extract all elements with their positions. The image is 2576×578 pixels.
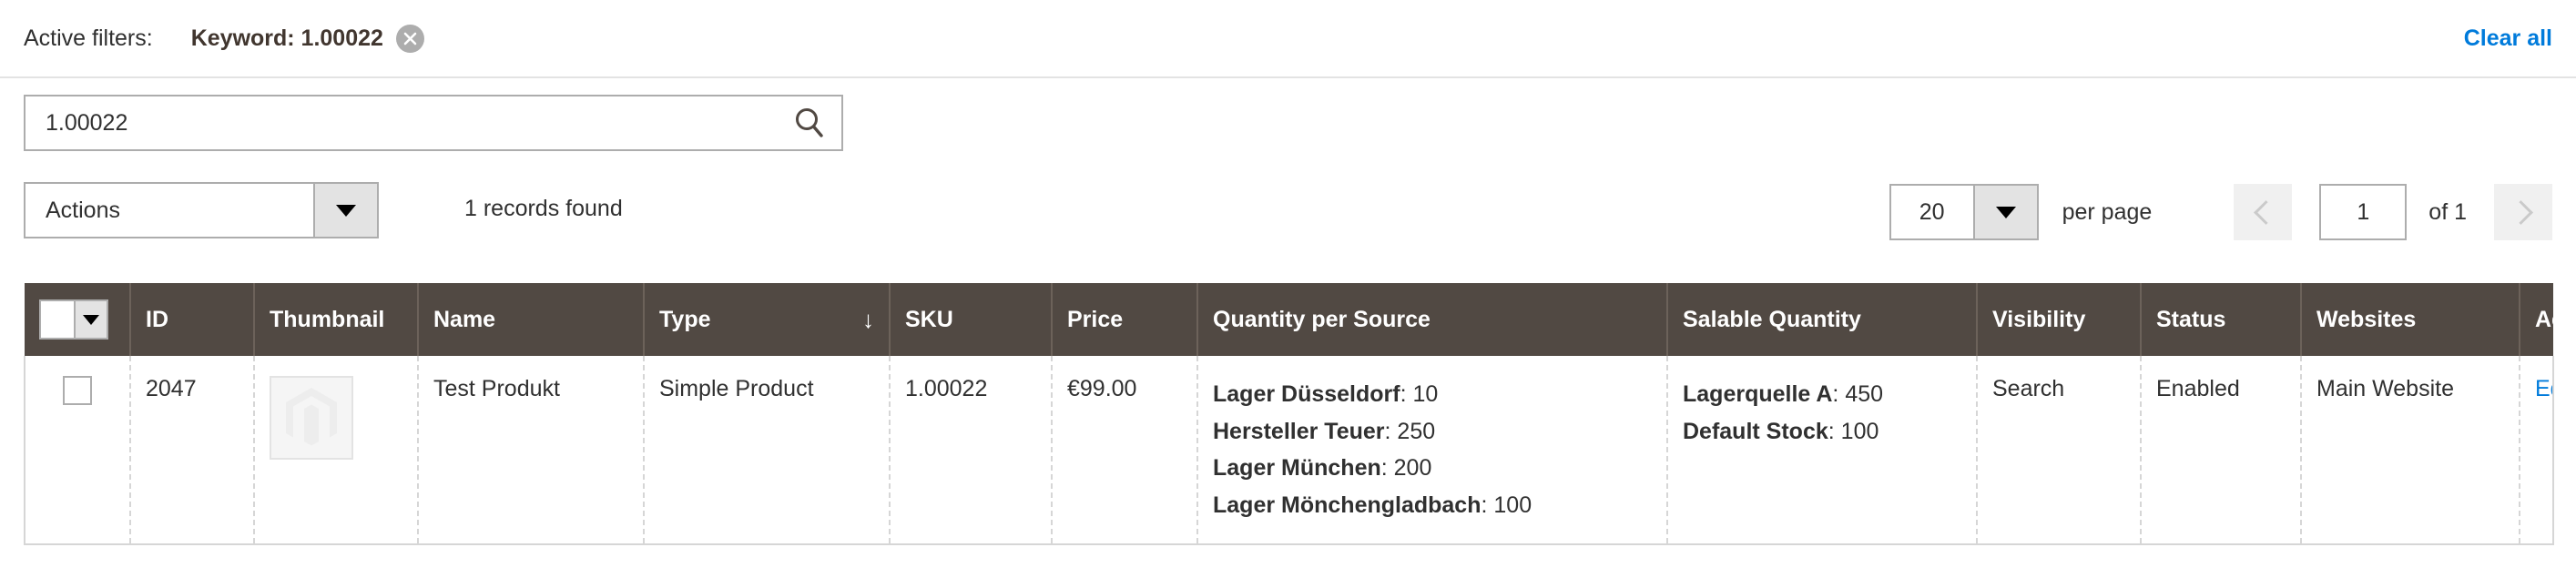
product-grid: ID Thumbnail Name Type ↓ SKU Price Quant… (24, 283, 2554, 545)
select-all-checkbox[interactable] (41, 301, 74, 338)
clear-all-link[interactable]: Clear all (2464, 25, 2552, 52)
column-header-visibility[interactable]: Visibility (1977, 283, 2142, 356)
active-filters-bar: Active filters: Keyword: 1.00022 Clear a… (0, 0, 2576, 78)
column-header-salable-quantity[interactable]: Salable Quantity (1667, 283, 1978, 356)
column-header-select-all[interactable] (25, 283, 131, 356)
list-item: Lager Düsseldorf: 10 (1213, 381, 1439, 407)
cell-quantity-per-source: Lager Düsseldorf: 10 Hersteller Teuer: 2… (1197, 356, 1668, 545)
previous-page-button[interactable] (2234, 184, 2293, 240)
chevron-left-icon (2253, 199, 2278, 225)
product-grid-page: Active filters: Keyword: 1.00022 Clear a… (0, 0, 2576, 578)
search-icon[interactable] (792, 96, 827, 149)
grid-body: 2047 Test Produkt Simple Product 1.00022… (24, 356, 2554, 545)
close-circle-icon[interactable] (395, 24, 424, 53)
records-found-label: 1 records found (464, 196, 623, 221)
cell-action: Edit (2520, 356, 2554, 545)
cell-price: €99.00 (1052, 356, 1198, 545)
column-header-thumbnail[interactable]: Thumbnail (254, 283, 419, 356)
stock-name: Default Stock (1683, 418, 1828, 444)
filter-chip-keyword: Keyword: 1.00022 (190, 24, 424, 53)
source-qty: 200 (1393, 455, 1432, 481)
cell-websites: Main Website (2301, 356, 2520, 545)
magento-placeholder-icon (270, 376, 353, 460)
pagination: 20 per page of 1 (1889, 178, 2552, 246)
column-header-quantity-per-source[interactable]: Quantity per Source (1197, 283, 1668, 356)
chevron-down-icon[interactable] (313, 184, 377, 237)
caret-down-glyph (1995, 206, 2016, 218)
column-header-price[interactable]: Price (1052, 283, 1198, 356)
cell-visibility: Search (1977, 356, 2142, 545)
source-qty: 250 (1397, 418, 1436, 444)
list-item: Lager Mönchengladbach: 100 (1213, 492, 1532, 518)
actions-dropdown[interactable]: Actions (24, 182, 379, 238)
caret-down-glyph (336, 204, 356, 217)
per-page-label: per page (2062, 198, 2153, 225)
search-input[interactable] (25, 96, 841, 149)
chevron-down-icon[interactable] (1972, 186, 2037, 238)
product-grid-table: ID Thumbnail Name Type ↓ SKU Price Quant… (24, 283, 2554, 545)
filter-chip-label: Keyword: 1.00022 (190, 25, 383, 51)
cell-id: 2047 (130, 356, 255, 545)
column-header-action: Action (2520, 283, 2553, 356)
page-input-wrapper[interactable] (2319, 184, 2408, 240)
stock-qty: 450 (1845, 381, 1884, 407)
stock-qty: 100 (1840, 418, 1879, 444)
page-input[interactable] (2321, 186, 2406, 238)
source-name: Hersteller Teuer (1213, 418, 1385, 444)
list-item: Lagerquelle A: 450 (1683, 381, 1884, 407)
actions-dropdown-label: Actions (46, 197, 120, 223)
cell-row-select[interactable] (24, 356, 131, 545)
table-row[interactable]: 2047 Test Produkt Simple Product 1.00022… (24, 356, 2554, 545)
next-page-button[interactable] (2494, 184, 2552, 240)
source-qty: 100 (1493, 492, 1532, 518)
column-header-sku[interactable]: SKU (890, 283, 1053, 356)
grid-controls-row: Actions 1 records found 20 per page of 1 (0, 173, 2576, 255)
list-item: Lager München: 200 (1213, 455, 1432, 481)
per-page-value: 20 (1919, 198, 1945, 225)
row-checkbox[interactable] (63, 376, 92, 405)
list-item: Default Stock: 100 (1683, 418, 1879, 444)
column-header-id[interactable]: ID (130, 283, 255, 356)
total-pages-label: of 1 (2428, 198, 2467, 225)
grid-header-row: ID Thumbnail Name Type ↓ SKU Price Quant… (25, 283, 2553, 356)
salable-quantity-list: Lagerquelle A: 450 Default Stock: 100 (1683, 376, 1961, 450)
cell-thumbnail (254, 356, 419, 545)
sort-desc-icon: ↓ (862, 306, 874, 333)
cell-salable-quantity: Lagerquelle A: 450 Default Stock: 100 (1667, 356, 1978, 545)
cell-name: Test Produkt (418, 356, 645, 545)
edit-link[interactable]: Edit (2535, 376, 2551, 401)
list-item: Hersteller Teuer: 250 (1213, 418, 1436, 444)
quantity-per-source-list: Lager Düsseldorf: 10 Hersteller Teuer: 2… (1213, 376, 1652, 523)
chevron-down-icon[interactable] (74, 301, 107, 338)
per-page-dropdown[interactable]: 20 (1889, 184, 2039, 240)
source-name: Lager München (1213, 455, 1381, 481)
cell-status: Enabled (2141, 356, 2302, 545)
source-qty: 10 (1412, 381, 1439, 407)
column-header-type[interactable]: Type ↓ (644, 283, 891, 356)
column-header-status[interactable]: Status (2141, 283, 2302, 356)
column-header-name[interactable]: Name (418, 283, 645, 356)
search-row (24, 95, 843, 151)
column-header-type-label: Type (659, 306, 711, 332)
cell-sku: 1.00022 (890, 356, 1053, 545)
column-header-websites[interactable]: Websites (2301, 283, 2520, 356)
source-name: Lager Mönchengladbach (1213, 492, 1481, 518)
active-filters-label: Active filters: (24, 25, 153, 51)
grid-header: ID Thumbnail Name Type ↓ SKU Price Quant… (25, 283, 2553, 356)
chevron-right-icon (2508, 199, 2533, 225)
stock-name: Lagerquelle A (1683, 381, 1833, 407)
caret-down-glyph (83, 314, 99, 325)
select-all-dropdown[interactable] (39, 299, 108, 340)
search-box[interactable] (24, 95, 843, 151)
source-name: Lager Düsseldorf (1213, 381, 1400, 407)
cell-type: Simple Product (644, 356, 891, 545)
